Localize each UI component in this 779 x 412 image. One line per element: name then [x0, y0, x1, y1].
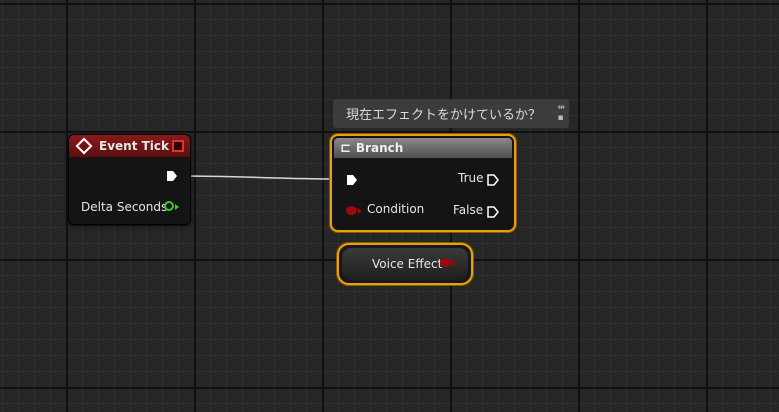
branch-header[interactable]: ⊏ Branch	[334, 138, 512, 158]
branch-icon: ⊏	[340, 140, 351, 156]
voice-effect-node[interactable]: Voice Effect	[337, 243, 473, 285]
diamond-icon	[75, 137, 93, 155]
condition-pin[interactable]	[346, 206, 357, 215]
pin-icon[interactable]: ⇹ ▪	[557, 103, 565, 123]
false-label: False	[453, 203, 484, 217]
exec-in-pin[interactable]	[346, 174, 358, 186]
true-exec-pin[interactable]	[487, 174, 499, 186]
true-label: True	[458, 171, 484, 185]
branch-title: Branch	[355, 141, 404, 155]
delta-seconds-label: Delta Seconds	[81, 200, 168, 214]
stop-icon	[172, 140, 184, 152]
condition-label: Condition	[367, 202, 425, 216]
delta-seconds-pin[interactable]	[164, 201, 174, 211]
voice-effect-arrow-icon	[452, 260, 456, 266]
voice-effect-out-pin[interactable]	[440, 258, 451, 267]
voice-effect-label: Voice Effect	[372, 257, 443, 271]
branch-node[interactable]: ⊏ Branch True Condition False	[330, 134, 516, 232]
event-tick-title: Event Tick	[99, 139, 170, 153]
comment-text: 現在エフェクトをかけているか？	[346, 108, 542, 123]
comment-bubble[interactable]: 現在エフェクトをかけているか？ ⇹ ▪	[333, 99, 569, 128]
condition-arrow-icon	[358, 208, 362, 214]
event-tick-node[interactable]: Event Tick Delta Seconds	[68, 134, 191, 225]
false-exec-pin[interactable]	[487, 206, 499, 218]
exec-out-pin[interactable]	[166, 170, 178, 182]
delta-seconds-arrow-icon	[175, 204, 179, 210]
